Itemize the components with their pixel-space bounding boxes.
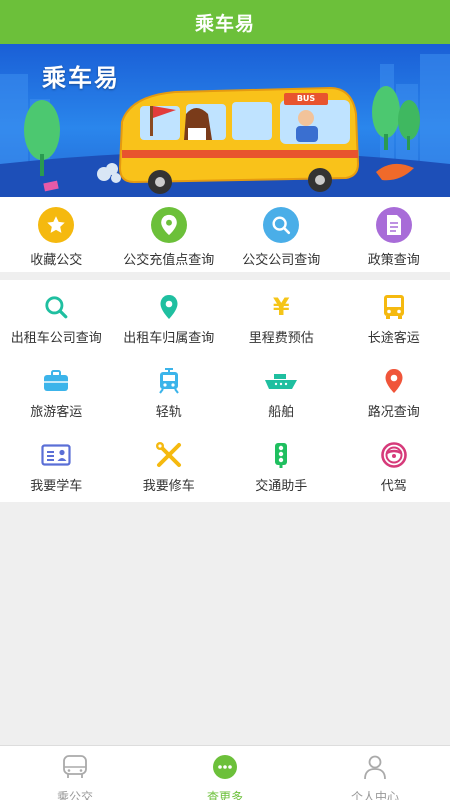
bottom-tab-bar: 乘公交 查更多 个人中心 [0,745,450,800]
menu-label: 交通助手 [255,479,308,494]
menu-favorite-bus[interactable]: 收藏公交 [0,197,113,272]
menu-long-distance-coach[interactable]: 长途客运 [338,280,450,354]
menu-policy-query[interactable]: 政策查询 [338,197,450,272]
person-icon [362,754,388,784]
menu-label: 轻轨 [155,405,182,420]
menu-label: 长途客运 [367,331,420,346]
menu-label: 我要修车 [142,479,195,494]
bus-illustration [118,86,360,194]
menu-label: 收藏公交 [30,253,83,268]
license-card-icon [41,442,71,468]
menu-label: 路况查询 [367,405,420,420]
menu-label: 公交公司查询 [242,253,321,268]
menu-label: 出租车公司查询 [10,331,102,346]
app-header: 乘车易 [0,0,450,44]
menu-taxi-company-query[interactable]: 出租车公司查询 [0,280,113,354]
steering-wheel-icon [380,442,408,468]
tab-take-bus[interactable]: 乘公交 [0,746,150,800]
yen-icon: ¥ [272,293,290,321]
menu-label: 代驾 [380,479,407,494]
star-icon [38,207,75,243]
top-quick-menu: 收藏公交 公交充值点查询 公交公司查询 政策查询 [0,197,450,272]
wrench-screwdriver-icon [155,442,183,468]
search-icon [42,294,70,320]
bus-icon [61,754,89,784]
menu-light-rail[interactable]: 轻轨 [113,354,226,428]
menu-label: 旅游客运 [30,405,83,420]
menu-label: 公交充值点查询 [123,253,215,268]
search-icon [263,207,300,243]
tab-label: 乘公交 [56,790,93,800]
menu-bus-company-query[interactable]: 公交公司查询 [225,197,338,272]
tab-find-more[interactable]: 查更多 [150,746,300,800]
suitcase-icon [42,368,70,394]
location-pin-icon [150,207,187,243]
traffic-light-icon [267,442,295,468]
menu-label: 船舶 [268,405,295,420]
menu-label: 里程费预估 [248,331,314,346]
menu-tourist-coach[interactable]: 旅游客运 [0,354,113,428]
menu-label: 出租车归属查询 [123,331,215,346]
promo-banner[interactable]: 乘车易 BUS [0,44,450,197]
tram-icon [155,368,183,394]
bus-sign: BUS [296,94,316,103]
menu-label: 我要学车 [30,479,83,494]
menu-label: 政策查询 [367,253,420,268]
bus-icon [380,294,408,320]
menu-bus-recharge-points[interactable]: 公交充值点查询 [113,197,226,272]
tab-label: 查更多 [206,790,243,800]
tab-label: 个人中心 [350,790,399,800]
menu-road-conditions[interactable]: 路况查询 [338,354,450,428]
more-services-grid: 出租车公司查询 出租车归属查询 ¥ 里程费预估 长途客运 旅游客运 轻轨 船舶 … [0,280,450,502]
more-dots-icon [212,754,238,784]
banner-title: 乘车易 [42,64,120,92]
menu-mileage-fare-estimate[interactable]: ¥ 里程费预估 [225,280,338,354]
page-title: 乘车易 [194,12,255,35]
document-icon [375,207,412,243]
menu-car-repair[interactable]: 我要修车 [113,428,226,502]
ship-icon [264,368,298,394]
location-pin-icon [155,294,183,320]
tab-personal-center[interactable]: 个人中心 [300,746,450,800]
menu-ship[interactable]: 船舶 [225,354,338,428]
menu-learn-driving[interactable]: 我要学车 [0,428,113,502]
menu-designated-driver[interactable]: 代驾 [338,428,450,502]
menu-traffic-assistant[interactable]: 交通助手 [225,428,338,502]
location-pin-icon [380,368,408,394]
menu-taxi-ownership-query[interactable]: 出租车归属查询 [113,280,226,354]
